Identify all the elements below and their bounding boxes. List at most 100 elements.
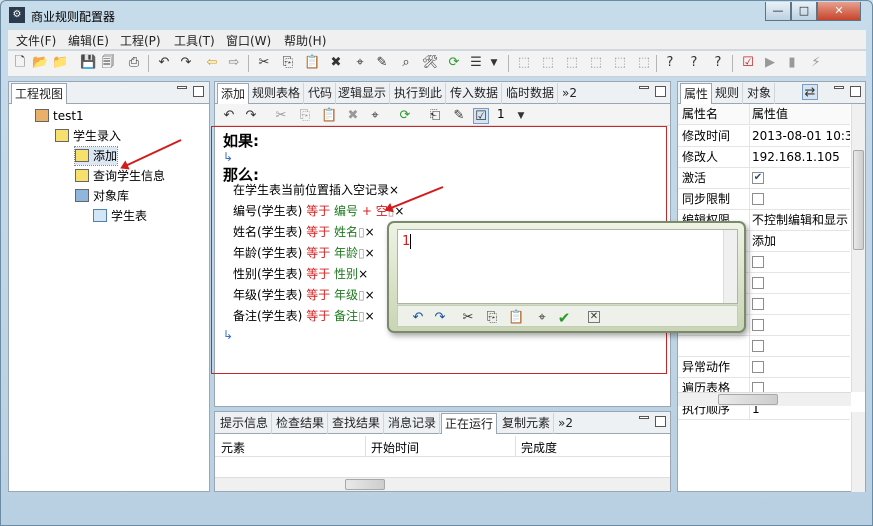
package-icon[interactable]: ⬚ (636, 55, 652, 71)
paste-icon[interactable]: 📋 (508, 310, 524, 326)
minimize-panel-icon[interactable] (639, 86, 649, 89)
check-icon[interactable]: ☑ (740, 55, 756, 71)
column-header[interactable]: 完成度 (521, 439, 557, 456)
remove-icon[interactable]: × (365, 288, 375, 302)
tab-copy-element[interactable]: 复制元素 (499, 413, 555, 434)
tree-item-object-library[interactable]: 对象库 (75, 187, 129, 205)
property-row[interactable] (678, 336, 850, 357)
copy-icon[interactable]: ⎘ (280, 55, 296, 71)
help-icon[interactable]: ? (662, 55, 678, 71)
folder-icon[interactable]: 📁 (52, 55, 68, 71)
refresh-icon[interactable]: ⟳ (446, 55, 462, 71)
column-header[interactable]: 开始时间 (371, 439, 419, 456)
remove-icon[interactable]: × (365, 246, 375, 260)
tab-find-results[interactable]: 查找结果 (329, 413, 385, 434)
menu-project[interactable]: 工程(P) (120, 32, 161, 49)
cut-icon[interactable]: ✂ (460, 310, 476, 326)
tree-item-add[interactable]: 添加 (73, 146, 119, 166)
checkbox[interactable] (752, 298, 764, 310)
rule-line-insert[interactable]: 在学生表当前位置插入空记录× (233, 180, 399, 200)
build-icon[interactable]: ⬚ (516, 55, 532, 71)
forward-icon[interactable]: ⇨ (226, 55, 242, 71)
copy-icon[interactable]: ⎘ (484, 310, 500, 326)
save-icon[interactable]: 💾 (80, 55, 96, 71)
pen-icon[interactable]: ✎ (374, 55, 390, 71)
menu-help[interactable]: 帮助(H) (284, 32, 326, 49)
checkbox[interactable] (752, 277, 764, 289)
column-header[interactable]: 元素 (221, 439, 245, 456)
tab-code[interactable]: 代码 (305, 83, 337, 104)
tab-logic-display[interactable]: 逻辑显示 (335, 83, 391, 104)
menu-window[interactable]: 窗口(W) (226, 32, 271, 49)
delete-icon[interactable]: ✖ (328, 55, 344, 71)
property-row[interactable]: 修改人 192.168.1.105 (678, 147, 850, 168)
maximize-panel-icon[interactable] (655, 86, 666, 97)
minimize-panel-icon[interactable] (639, 416, 649, 419)
copy-icon[interactable]: ⎘ (297, 108, 313, 124)
sync-limit-checkbox[interactable] (752, 193, 764, 205)
tab-check-results[interactable]: 检查结果 (273, 413, 329, 434)
property-row[interactable]: 激活 ✔ (678, 168, 850, 189)
close-button[interactable]: ✕ (817, 2, 861, 21)
tab-temp-data[interactable]: 临时数据 (503, 83, 559, 104)
tab-properties[interactable]: 属性 (680, 83, 713, 104)
module-icon[interactable]: ⬚ (540, 55, 556, 71)
checkbox[interactable] (752, 340, 764, 352)
tab-overflow[interactable]: »2 (559, 83, 580, 104)
rule-line-4[interactable]: 性别(学生表) 等于 性别× (233, 264, 368, 284)
remove-icon[interactable]: × (389, 183, 399, 197)
minimize-button[interactable]: — (765, 2, 791, 21)
rule-line-1[interactable]: 编号(学生表) 等于 编号 + 空▯× (233, 201, 404, 221)
remove-icon[interactable]: × (365, 225, 375, 239)
help-info-icon[interactable]: ? (710, 55, 726, 71)
maximize-button[interactable]: □ (791, 2, 817, 21)
horizontal-scrollbar[interactable] (215, 477, 670, 491)
confirm-icon[interactable]: ✔ (556, 310, 572, 326)
minimize-panel-icon[interactable] (177, 86, 187, 89)
page-icon[interactable]: ⎗ (427, 108, 443, 124)
rule-line-2[interactable]: 姓名(学生表) 等于 姓名▯× (233, 222, 375, 242)
vertical-scrollbar[interactable] (723, 230, 737, 303)
arrow-icon[interactable]: ↳ (223, 150, 233, 164)
find-icon[interactable]: ⌕ (398, 55, 414, 71)
link-icon[interactable]: ⬚ (564, 55, 580, 71)
select-icon[interactable]: ⌖ (367, 108, 383, 124)
arrow-icon[interactable]: ↳ (223, 328, 233, 342)
remove-icon[interactable]: × (358, 267, 368, 281)
help-search-icon[interactable]: ? (686, 55, 702, 71)
exception-checkbox[interactable] (752, 361, 764, 373)
tree-item-student-table[interactable]: 学生表 (93, 207, 147, 225)
tree-item-student-entry[interactable]: 学生录入 (55, 127, 121, 145)
tab-overflow[interactable]: »2 (555, 413, 576, 434)
tab-add[interactable]: 添加 (217, 83, 250, 104)
maximize-panel-icon[interactable] (850, 86, 861, 97)
chevron-down-icon[interactable]: ▼ (513, 108, 529, 124)
refresh-icon[interactable]: ⟳ (397, 108, 413, 124)
expression-input[interactable]: 1 (397, 229, 738, 304)
chevron-down-icon[interactable]: ▼ (486, 55, 502, 71)
checkbox[interactable] (752, 256, 764, 268)
tree-item-test1[interactable]: test1 (35, 107, 84, 125)
tab-message-log[interactable]: 消息记录 (385, 413, 441, 434)
run-icon[interactable]: ▶ (762, 55, 778, 71)
horizontal-scrollbar[interactable] (678, 392, 851, 406)
import-icon[interactable]: ⬚ (612, 55, 628, 71)
redo-icon[interactable]: ↷ (178, 55, 194, 71)
redo-icon[interactable]: ↷ (432, 310, 448, 326)
redo-icon[interactable]: ↷ (243, 108, 259, 124)
paste-icon[interactable]: 📋 (321, 108, 337, 124)
delete-icon[interactable]: ✖ (345, 108, 361, 124)
format-icon[interactable]: ☰ (468, 55, 484, 71)
menu-edit[interactable]: 编辑(E) (68, 32, 109, 49)
vertical-scrollbar[interactable] (851, 412, 865, 492)
tab-input-data[interactable]: 传入数据 (447, 83, 503, 104)
active-checkbox[interactable]: ✔ (752, 172, 764, 184)
tab-rule-table[interactable]: 规则表格 (249, 83, 305, 104)
tab-hints[interactable]: 提示信息 (217, 413, 273, 434)
tab-objects[interactable]: 对象 (744, 83, 776, 104)
save-all-icon[interactable]: 🗐 (100, 55, 116, 71)
tab-run-to-here[interactable]: 执行到此 (391, 83, 447, 104)
check-icon[interactable]: ☑ (473, 108, 489, 124)
sync-icon[interactable]: ⇄ (802, 84, 818, 100)
stats-icon[interactable]: ▮ (784, 55, 800, 71)
